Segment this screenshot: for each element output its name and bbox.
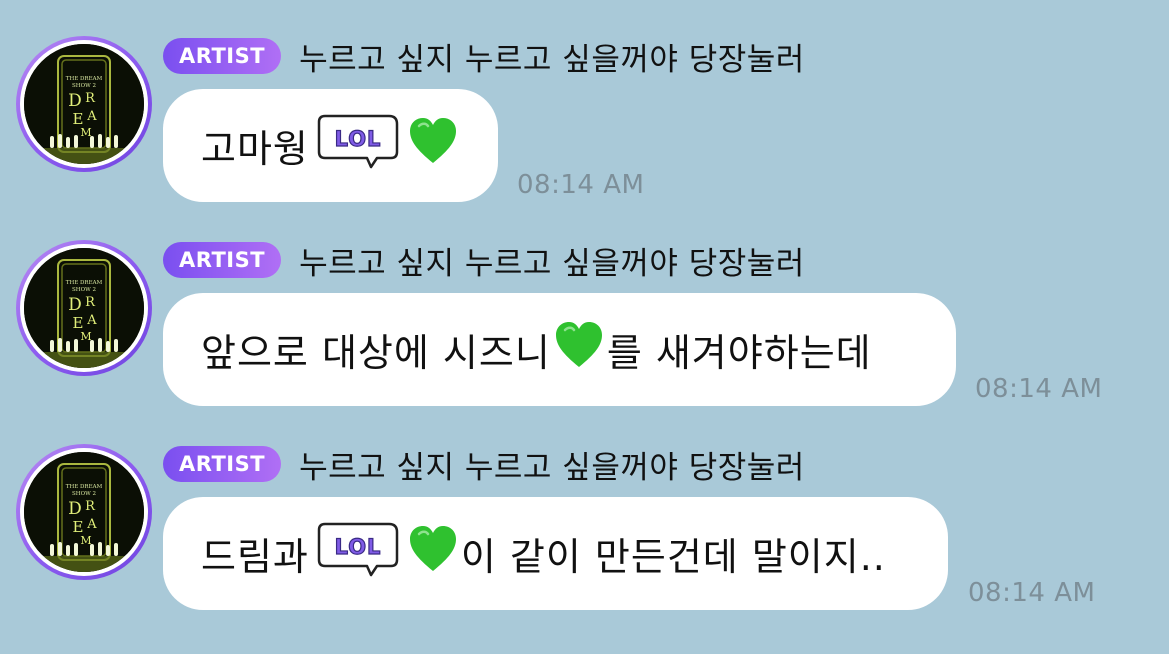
- svg-text:A: A: [86, 517, 97, 532]
- lol-sticker-label: LOL: [334, 535, 381, 559]
- svg-text:A: A: [86, 109, 97, 124]
- lol-sticker-icon: LOL: [311, 520, 403, 587]
- avatar-image: THE DREAM SHOW 2 D R E A M: [24, 248, 144, 368]
- timestamp: 08:14 AM: [975, 374, 1103, 404]
- svg-text:SHOW 2: SHOW 2: [72, 287, 96, 293]
- green-heart-icon: [407, 116, 459, 175]
- message-text: 드림과 LOL 이 같이 만든건데 말이지..: [201, 520, 886, 587]
- sender-name[interactable]: 누르고 싶지 누르고 싶을꺼야 당장눌러: [299, 442, 805, 487]
- message-text-part: 를 새겨야하는데: [606, 331, 872, 375]
- message-header: ARTIST 누르고 싶지 누르고 싶을꺼야 당장눌러: [163, 37, 805, 78]
- sender-name[interactable]: 누르고 싶지 누르고 싶을꺼야 당장눌러: [299, 238, 805, 283]
- timestamp: 08:14 AM: [517, 170, 645, 200]
- svg-text:R: R: [85, 499, 96, 514]
- chat-message: THE DREAM SHOW 2 D R E A M ARTIST 누르고 싶지…: [0, 408, 1169, 610]
- message-bubble[interactable]: 드림과 LOL 이 같이 만든건데 말이지..: [163, 497, 948, 610]
- message-text-part: 드림과: [201, 535, 309, 579]
- svg-text:D: D: [68, 91, 82, 111]
- svg-text:A: A: [86, 313, 97, 328]
- svg-text:SHOW 2: SHOW 2: [72, 491, 96, 497]
- avatar-photo: THE DREAM SHOW 2 D R E A M: [24, 248, 144, 368]
- message-text: 앞으로 대상에 시즈니 를 새겨야하는데: [201, 320, 872, 379]
- message-text-part: 고마웡: [201, 127, 309, 171]
- avatar-image: THE DREAM SHOW 2 D R E A M: [24, 452, 144, 572]
- timestamp: 08:14 AM: [968, 578, 1096, 608]
- svg-text:M: M: [80, 126, 91, 139]
- lol-sticker-label: LOL: [334, 127, 381, 151]
- lol-sticker-icon: LOL: [311, 112, 403, 179]
- message-text-part: 이 같이 만든건데 말이지..: [460, 535, 886, 579]
- svg-text:THE DREAM: THE DREAM: [66, 280, 103, 286]
- svg-text:D: D: [68, 499, 82, 519]
- artist-badge: ARTIST: [163, 446, 282, 482]
- svg-text:M: M: [80, 534, 91, 547]
- svg-text:R: R: [85, 295, 96, 310]
- sender-name[interactable]: 누르고 싶지 누르고 싶을꺼야 당장눌러: [299, 34, 805, 79]
- message-text: 고마웡 LOL: [201, 112, 461, 179]
- green-heart-icon: [553, 320, 605, 379]
- svg-text:M: M: [80, 330, 91, 343]
- avatar[interactable]: THE DREAM SHOW 2 D R E A M: [16, 240, 152, 376]
- svg-text:D: D: [68, 295, 82, 315]
- message-header: ARTIST 누르고 싶지 누르고 싶을꺼야 당장눌러: [163, 241, 805, 282]
- artist-badge: ARTIST: [163, 242, 282, 278]
- chat-message: THE DREAM SHOW 2 D R E A M ARTIST 누르고 싶지…: [0, 204, 1169, 406]
- message-bubble[interactable]: 고마웡 LOL: [163, 89, 498, 202]
- message-bubble[interactable]: 앞으로 대상에 시즈니 를 새겨야하는데: [163, 293, 956, 406]
- svg-text:R: R: [85, 91, 96, 106]
- avatar-photo: THE DREAM SHOW 2 D R E A M: [24, 44, 144, 164]
- svg-text:THE DREAM: THE DREAM: [66, 484, 103, 490]
- green-heart-icon: [407, 524, 459, 583]
- svg-text:SHOW 2: SHOW 2: [72, 83, 96, 89]
- chat-message: THE DREAM SHOW 2 D R E A M ARTIST 누르고 싶지…: [0, 0, 1169, 202]
- avatar-photo: THE DREAM SHOW 2 D R E A M: [24, 452, 144, 572]
- message-text-part: 앞으로 대상에 시즈니: [201, 331, 551, 375]
- artist-badge: ARTIST: [163, 38, 282, 74]
- avatar[interactable]: THE DREAM SHOW 2 D R E A M: [16, 444, 152, 580]
- avatar[interactable]: THE DREAM SHOW 2 D R E A M: [16, 36, 152, 172]
- message-header: ARTIST 누르고 싶지 누르고 싶을꺼야 당장눌러: [163, 445, 805, 486]
- avatar-image: THE DREAM SHOW 2 D R E A M: [24, 44, 144, 164]
- svg-text:THE DREAM: THE DREAM: [66, 76, 103, 82]
